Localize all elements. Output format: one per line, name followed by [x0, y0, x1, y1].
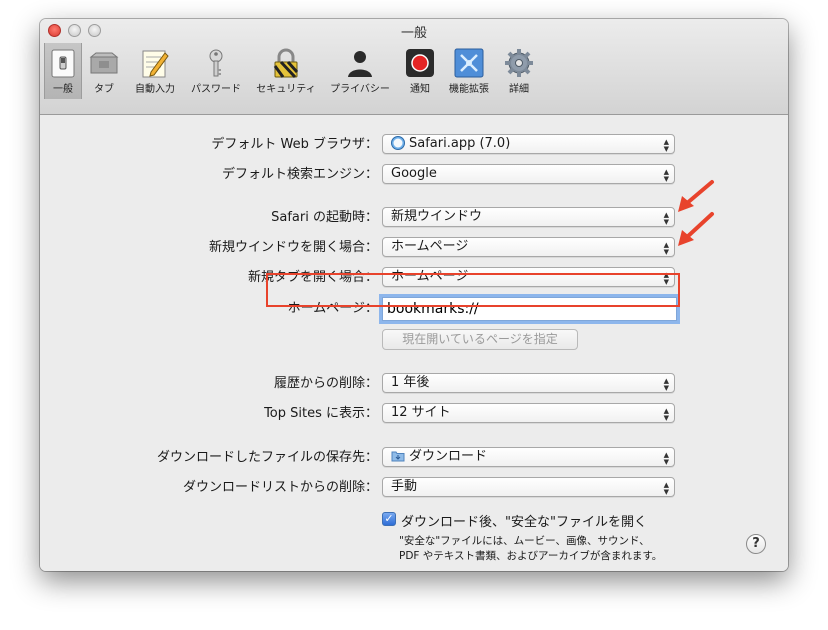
- homepage-highlight-box: [266, 273, 680, 307]
- new-windows-open-label: 新規ウインドウを開く場合：: [208, 240, 378, 255]
- safe-files-note-line-1: "安全な"ファイルには、ムービー、画像、サウンド、: [399, 535, 650, 547]
- autofill-pencil-icon: [139, 47, 171, 79]
- default-browser-popup[interactable]: Safari.app (7.0) ▲ ▼: [382, 134, 675, 154]
- annotation-arrow-icon: [678, 212, 714, 246]
- safari-compass-icon: [391, 136, 405, 150]
- key-icon: [200, 47, 232, 79]
- tab-tabs[interactable]: タブ: [84, 43, 124, 99]
- remove-download-list-row: ダウンロードリストからの削除： 手動 ▲ ▼: [40, 477, 788, 499]
- lock-icon: [270, 47, 302, 79]
- notification-icon: [404, 47, 436, 79]
- puzzle-icon: [453, 47, 485, 79]
- tab-autofill[interactable]: 自動入力: [130, 43, 180, 99]
- preferences-window: 一般 一般 タブ 自動入力 パスワード セキュリティ プライバシー 通知 機能拡…: [40, 19, 788, 571]
- default-search-popup[interactable]: Google ▲ ▼: [382, 164, 675, 184]
- tabs-icon: [88, 47, 120, 79]
- remove-download-list-label: ダウンロードリストからの削除：: [182, 480, 378, 495]
- tab-security[interactable]: セキュリティ: [252, 43, 320, 99]
- default-browser-row: デフォルト Web ブラウザ： Safari.app (7.0) ▲ ▼: [40, 134, 788, 156]
- remove-download-list-popup[interactable]: 手動 ▲ ▼: [382, 477, 675, 497]
- open-safe-files-label[interactable]: ダウンロード後、"安全な"ファイルを開く: [401, 511, 647, 530]
- default-browser-label: デフォルト Web ブラウザ：: [211, 137, 378, 152]
- set-to-current-page-button[interactable]: 現在開いているページを指定: [382, 329, 578, 350]
- tab-notifications[interactable]: 通知: [400, 43, 440, 99]
- general-switch-icon: [47, 47, 79, 79]
- default-search-label: デフォルト検索エンジン：: [221, 167, 378, 182]
- download-location-row: ダウンロードしたファイルの保存先： ダウンロード ▲ ▼: [40, 447, 788, 469]
- window-title: 一般: [400, 26, 427, 41]
- open-safe-files-checkbox[interactable]: ✓: [382, 512, 396, 526]
- remove-history-popup[interactable]: 1 年後 ▲ ▼: [382, 373, 675, 393]
- help-button[interactable]: ?: [746, 534, 766, 554]
- top-sites-popup[interactable]: 12 サイト ▲ ▼: [382, 403, 675, 423]
- safe-files-note-line-2: PDF やテキスト書類、およびアーカイブが含まれます。: [399, 550, 663, 562]
- remove-history-row: 履歴からの削除： 1 年後 ▲ ▼: [40, 373, 788, 395]
- gear-icon: [503, 47, 535, 79]
- top-sites-label: Top Sites に表示：: [264, 406, 378, 421]
- tab-general[interactable]: 一般: [44, 43, 82, 99]
- annotation-arrow-icon: [678, 180, 714, 212]
- safari-opens-with-popup[interactable]: 新規ウインドウ ▲ ▼: [382, 207, 675, 227]
- annotation-arrows: [678, 180, 714, 246]
- title-bar: 一般 一般 タブ 自動入力 パスワード セキュリティ プライバシー 通知 機能拡…: [40, 19, 788, 115]
- new-windows-open-popup[interactable]: ホームページ ▲ ▼: [382, 237, 675, 257]
- download-location-popup[interactable]: ダウンロード ▲ ▼: [382, 447, 675, 467]
- download-location-label: ダウンロードしたファイルの保存先：: [156, 450, 378, 465]
- tab-advanced[interactable]: 詳細: [500, 43, 538, 99]
- tab-privacy[interactable]: プライバシー: [326, 43, 394, 99]
- silhouette-icon: [344, 47, 376, 79]
- downloads-folder-icon: [391, 449, 405, 463]
- tab-passwords[interactable]: パスワード: [186, 43, 246, 99]
- tab-extensions[interactable]: 機能拡張: [444, 43, 494, 99]
- safari-opens-with-label: Safari の起動時：: [271, 210, 378, 225]
- top-sites-row: Top Sites に表示： 12 サイト ▲ ▼: [40, 403, 788, 425]
- remove-history-label: 履歴からの削除：: [273, 376, 378, 391]
